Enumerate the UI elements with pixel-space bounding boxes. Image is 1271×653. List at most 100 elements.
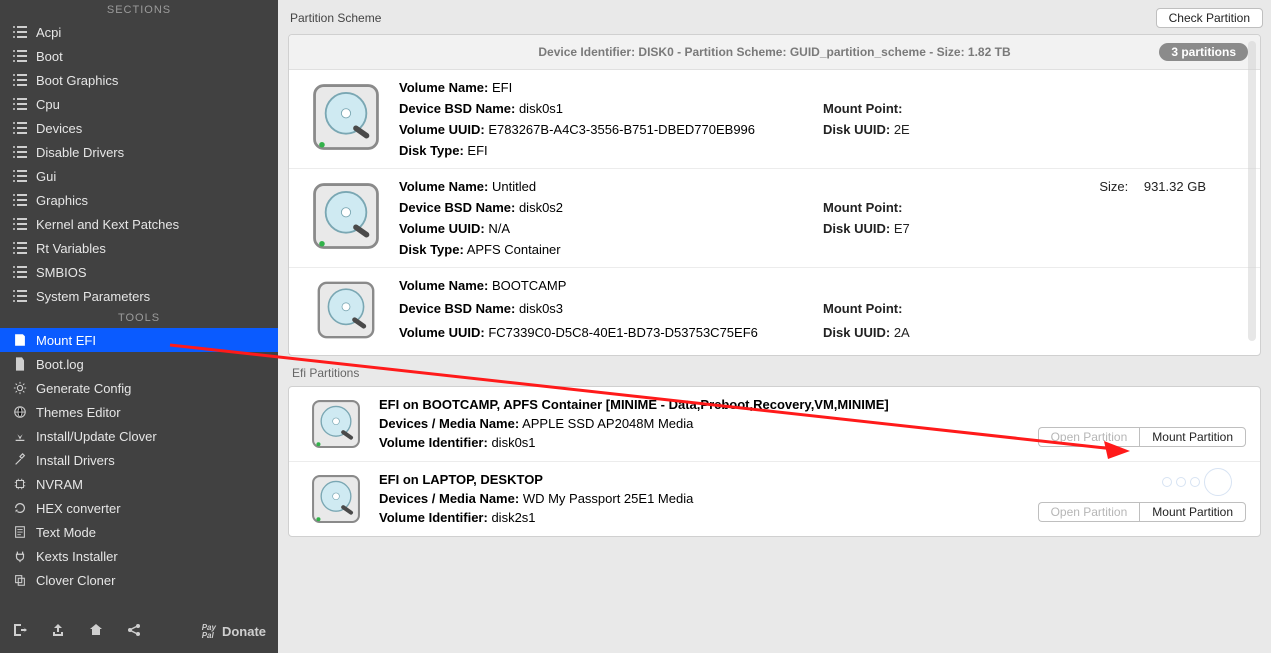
device-summary: Device Identifier: DISK0 - Partition Sch… [301,45,1248,59]
list-icon [12,192,28,208]
list-icon [12,216,28,232]
sidebar-item-label: HEX converter [36,501,121,516]
efi-partitions-panel: EFI on BOOTCAMP, APFS Container [MINIME … [288,386,1261,537]
sidebar-item-label: Graphics [36,193,88,208]
sidebar: SECTIONS Acpi Boot Boot Graphics Cpu Dev… [0,0,278,653]
sidebar-item-label: Gui [36,169,56,184]
sidebar-item-label: System Parameters [36,289,150,304]
list-icon [12,72,28,88]
sidebar-sections-list: Acpi Boot Boot Graphics Cpu Devices Disa… [0,20,278,308]
vertical-scrollbar[interactable] [1248,41,1256,341]
hdd-icon [303,80,389,158]
check-partition-button[interactable]: Check Partition [1156,8,1263,28]
sidebar-section-kernel-kext[interactable]: Kernel and Kext Patches [0,212,278,236]
donate-label: Donate [222,624,266,639]
open-partition-button[interactable]: Open Partition [1038,502,1140,522]
sidebar-item-label: Install/Update Clover [36,429,157,444]
logout-icon[interactable] [12,622,28,641]
wrench-icon [12,452,28,468]
sidebar-item-label: Boot.log [36,357,84,372]
sidebar-tool-generate-config[interactable]: Generate Config [0,376,278,400]
sidebar-item-label: Rt Variables [36,241,106,256]
sidebar-item-label: Text Mode [36,525,96,540]
document-icon [12,356,28,372]
gear-icon [12,380,28,396]
donate-button[interactable]: PayPal Donate [202,624,266,640]
list-icon [12,48,28,64]
sidebar-section-cpu[interactable]: Cpu [0,92,278,116]
plug-icon [12,548,28,564]
sidebar-section-smbios[interactable]: SMBIOS [0,260,278,284]
list-icon [12,24,28,40]
sidebar-tool-hex-converter[interactable]: HEX converter [0,496,278,520]
partition-scheme-panel: Device Identifier: DISK0 - Partition Sch… [288,34,1261,356]
sidebar-section-boot-graphics[interactable]: Boot Graphics [0,68,278,92]
list-icon [12,264,28,280]
list-icon [12,120,28,136]
partition-scheme-title: Partition Scheme [290,11,381,25]
main-content: Partition Scheme Check Partition Device … [278,0,1271,653]
hdd-icon [303,278,389,342]
sidebar-item-label: Devices [36,121,82,136]
sidebar-section-system-parameters[interactable]: System Parameters [0,284,278,308]
list-icon [12,144,28,160]
efi-row[interactable]: EFI on BOOTCAMP, APFS Container [MINIME … [289,387,1260,461]
sidebar-item-label: Acpi [36,25,61,40]
sidebar-item-label: NVRAM [36,477,83,492]
partition-row[interactable]: Volume Name: BOOTCAMP Device BSD Name: d… [289,267,1260,350]
efi-title: EFI on BOOTCAMP, APFS Container [MINIME … [379,397,1246,412]
sidebar-tool-nvram[interactable]: NVRAM [0,472,278,496]
mount-partition-button[interactable]: Mount Partition [1139,427,1246,447]
open-partition-button[interactable]: Open Partition [1038,427,1140,447]
sidebar-tool-kexts-installer[interactable]: Kexts Installer [0,544,278,568]
hdd-icon [303,472,369,526]
sidebar-item-label: Cpu [36,97,60,112]
partition-row[interactable]: Volume Name: EFI Device BSD Name: disk0s… [289,70,1260,168]
sidebar-item-label: Mount EFI [36,333,96,348]
export-icon[interactable] [50,622,66,641]
sidebar-item-label: Clover Cloner [36,573,115,588]
sidebar-item-label: Kexts Installer [36,549,118,564]
sidebar-item-label: Install Drivers [36,453,115,468]
scheme-header: Device Identifier: DISK0 - Partition Sch… [289,35,1260,70]
sidebar-item-label: Generate Config [36,381,131,396]
sidebar-section-devices[interactable]: Devices [0,116,278,140]
partition-list[interactable]: Volume Name: EFI Device BSD Name: disk0s… [289,70,1260,350]
sidebar-tools-list: Mount EFI Boot.log Generate Config Theme… [0,328,278,592]
sidebar-item-label: Disable Drivers [36,145,124,160]
sidebar-tool-install-clover[interactable]: Install/Update Clover [0,424,278,448]
sidebar-item-label: SMBIOS [36,265,87,280]
hdd-icon [303,397,369,451]
list-icon [12,240,28,256]
sidebar-section-graphics[interactable]: Graphics [0,188,278,212]
list-icon [12,168,28,184]
sidebar-item-label: Themes Editor [36,405,121,420]
home-icon[interactable] [88,622,104,641]
watermark [1162,468,1232,496]
sidebar-section-acpi[interactable]: Acpi [0,20,278,44]
sidebar-tool-text-mode[interactable]: Text Mode [0,520,278,544]
sidebar-tool-install-drivers[interactable]: Install Drivers [0,448,278,472]
sidebar-section-rt-variables[interactable]: Rt Variables [0,236,278,260]
refresh-icon [12,500,28,516]
copy-icon [12,572,28,588]
partition-count-badge: 3 partitions [1159,43,1248,61]
sidebar-section-disable-drivers[interactable]: Disable Drivers [0,140,278,164]
text-file-icon [12,524,28,540]
paypal-icon: PayPal [202,624,216,640]
sidebar-tool-themes-editor[interactable]: Themes Editor [0,400,278,424]
globe-icon [12,404,28,420]
sd-card-icon [12,332,28,348]
mount-partition-button[interactable]: Mount Partition [1139,502,1246,522]
efi-row[interactable]: EFI on LAPTOP, DESKTOP Devices / Media N… [289,461,1260,536]
share-icon[interactable] [126,622,142,641]
sidebar-section-boot[interactable]: Boot [0,44,278,68]
sidebar-section-gui[interactable]: Gui [0,164,278,188]
sidebar-sections-header: SECTIONS [0,0,278,20]
sidebar-tool-mount-efi[interactable]: Mount EFI [0,328,278,352]
sidebar-tool-bootlog[interactable]: Boot.log [0,352,278,376]
partition-row[interactable]: Volume Name: Untitled Size: 931.32 GB De… [289,168,1260,267]
sidebar-item-label: Boot [36,49,63,64]
sidebar-bottom-bar: PayPal Donate [0,612,278,653]
sidebar-tool-clover-cloner[interactable]: Clover Cloner [0,568,278,592]
